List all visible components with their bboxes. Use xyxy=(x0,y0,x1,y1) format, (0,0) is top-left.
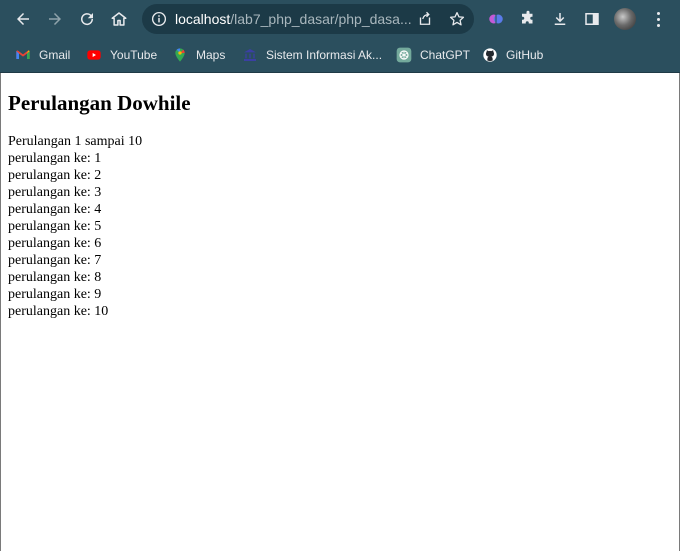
window-border-left xyxy=(0,73,1,551)
address-bar[interactable]: localhost/lab7_php_dasar/php_dasa... xyxy=(142,4,474,34)
bookmark-label: Sistem Informasi Ak... xyxy=(266,48,383,62)
forward-icon[interactable] xyxy=(43,7,67,31)
bookmark-chatgpt[interactable]: ChatGPT xyxy=(396,44,470,66)
github-icon xyxy=(482,47,498,63)
bookmark-label: YouTube xyxy=(110,48,158,62)
brain-extension-icon[interactable] xyxy=(486,9,506,29)
browser-menu-icon[interactable] xyxy=(648,9,668,29)
reload-icon[interactable] xyxy=(75,7,99,31)
bookmark-label: Maps xyxy=(196,48,226,62)
bookmark-gmail[interactable]: Gmail xyxy=(15,44,70,66)
bookmark-youtube[interactable]: YouTube xyxy=(86,44,157,66)
university-icon xyxy=(242,47,258,63)
maps-icon xyxy=(172,47,188,63)
gmail-icon xyxy=(15,47,31,63)
url-path: /lab7_php_dasar/php_dasa... xyxy=(230,11,412,27)
bookmark-sistem-informasi[interactable]: Sistem Informasi Ak... xyxy=(242,44,382,66)
bookmark-github[interactable]: GitHub xyxy=(482,44,543,66)
url-text[interactable]: localhost/lab7_php_dasar/php_dasa... xyxy=(175,11,413,27)
loop-line: perulangan ke: 3 xyxy=(8,185,102,200)
home-icon[interactable] xyxy=(107,7,131,31)
url-host: localhost xyxy=(175,11,231,27)
site-info-icon[interactable] xyxy=(150,10,168,28)
side-panel-icon[interactable] xyxy=(582,9,602,29)
bookmark-label: ChatGPT xyxy=(420,48,471,62)
loop-line: perulangan ke: 6 xyxy=(8,236,102,251)
loop-line: perulangan ke: 2 xyxy=(8,168,102,183)
loop-line: perulangan ke: 9 xyxy=(8,287,102,302)
loop-line: perulangan ke: 5 xyxy=(8,219,102,234)
chatgpt-icon xyxy=(396,47,412,63)
bookmark-label: Gmail xyxy=(39,48,71,62)
bookmarks-bar: Gmail YouTube Maps Sistem Informasi Ak..… xyxy=(0,38,680,73)
download-icon[interactable] xyxy=(550,9,570,29)
page-heading: Perulangan Dowhile xyxy=(8,91,191,115)
loop-line: perulangan ke: 7 xyxy=(8,253,102,268)
loop-line: perulangan ke: 8 xyxy=(8,270,102,285)
page-content: Perulangan Dowhile Perulangan 1 sampai 1… xyxy=(8,73,672,320)
profile-avatar[interactable] xyxy=(614,8,636,30)
intro-text: Perulangan 1 sampai 10 xyxy=(8,134,143,149)
browser-toolbar: localhost/lab7_php_dasar/php_dasa... xyxy=(0,0,680,38)
browser-chrome: localhost/lab7_php_dasar/php_dasa... Gma… xyxy=(0,0,680,73)
extensions-puzzle-icon[interactable] xyxy=(518,9,538,29)
loop-line: perulangan ke: 1 xyxy=(8,151,102,166)
bookmark-label: GitHub xyxy=(506,48,544,62)
youtube-icon xyxy=(86,47,102,63)
loop-line: perulangan ke: 4 xyxy=(8,202,102,217)
bookmark-maps[interactable]: Maps xyxy=(172,44,225,66)
share-icon[interactable] xyxy=(416,10,434,28)
back-icon[interactable] xyxy=(11,7,35,31)
loop-line: perulangan ke: 10 xyxy=(8,304,109,319)
bookmark-star-icon[interactable] xyxy=(448,10,466,28)
